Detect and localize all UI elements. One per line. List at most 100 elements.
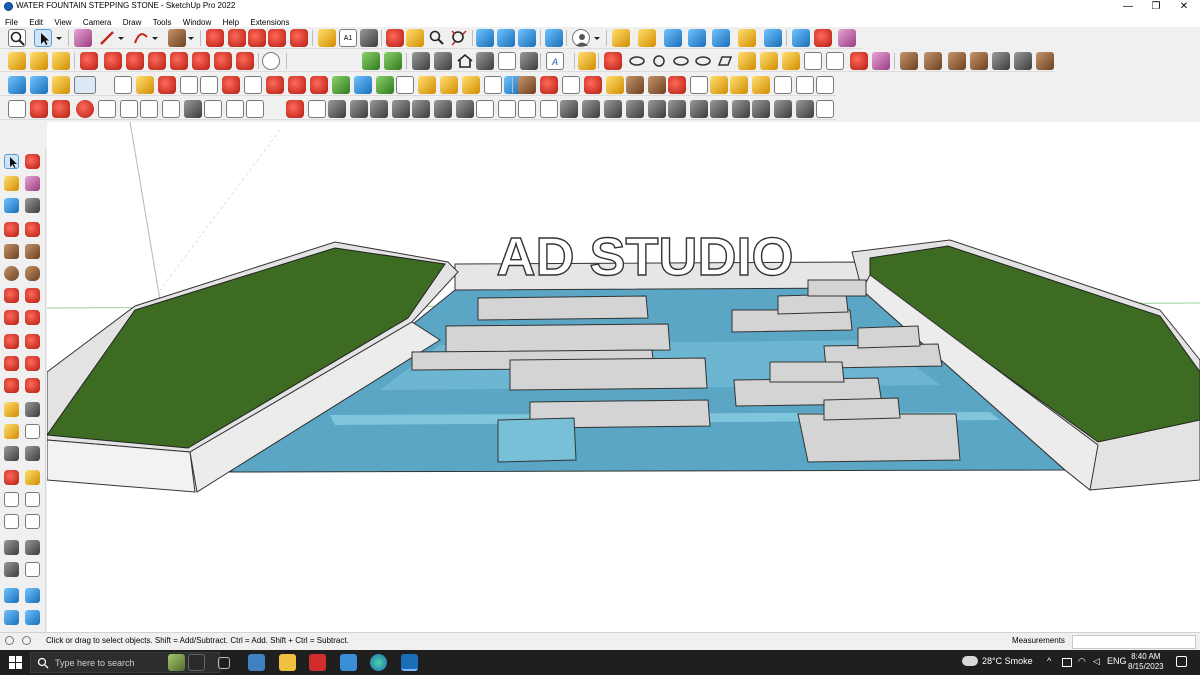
ruby-icon[interactable] <box>76 100 94 118</box>
text-tool-icon[interactable]: A1 <box>339 29 357 47</box>
home-icon[interactable] <box>456 52 474 70</box>
edge-icon[interactable] <box>370 654 387 671</box>
tool-4-1-icon[interactable] <box>8 100 26 118</box>
tool-4-18-icon[interactable] <box>392 100 410 118</box>
tool-4-32-icon[interactable] <box>690 100 708 118</box>
scale-tool-icon[interactable] <box>290 29 308 47</box>
wifi-icon[interactable]: ◠ <box>1078 656 1086 667</box>
paint-bucket-icon[interactable] <box>360 29 378 47</box>
tool-3-6-icon[interactable] <box>114 76 132 94</box>
text-style-icon[interactable]: A <box>546 52 564 70</box>
tool-3-12-icon[interactable] <box>244 76 262 94</box>
three-point-arc-icon[interactable] <box>4 310 19 325</box>
freehand-icon[interactable] <box>25 222 40 237</box>
tool-3-13-icon[interactable] <box>266 76 284 94</box>
rectangle-icon[interactable] <box>4 244 19 259</box>
close-button[interactable]: ✕ <box>1169 0 1199 14</box>
tool-3-36-icon[interactable] <box>752 76 770 94</box>
terrain-2-icon[interactable] <box>384 52 402 70</box>
joint-push-pull-icon[interactable] <box>850 52 868 70</box>
account-icon[interactable] <box>572 29 590 47</box>
display-section-planes-icon[interactable] <box>497 29 515 47</box>
section-cut-icon[interactable] <box>4 610 19 625</box>
push-pull-icon[interactable] <box>228 29 246 47</box>
account-dropdown-icon[interactable] <box>592 29 602 47</box>
tool-3-35-icon[interactable] <box>730 76 748 94</box>
section-fill-2-icon[interactable] <box>25 610 40 625</box>
previous-view-icon[interactable] <box>25 514 40 529</box>
tool-3-18-icon[interactable] <box>376 76 394 94</box>
zoom-2-icon[interactable] <box>4 492 19 507</box>
pencil-line-icon[interactable] <box>98 29 116 47</box>
tool-4-11-icon[interactable] <box>226 100 244 118</box>
select-dropdown-icon[interactable] <box>54 29 64 47</box>
dimension-icon[interactable] <box>25 402 40 417</box>
tool-4-12-icon[interactable] <box>246 100 264 118</box>
arc-icon[interactable] <box>4 288 19 303</box>
widget-icon[interactable] <box>168 654 185 671</box>
scale-icon[interactable] <box>4 378 19 393</box>
tool-4-8-icon[interactable] <box>162 100 180 118</box>
protractor-icon[interactable] <box>4 424 19 439</box>
drape-icon[interactable] <box>712 29 730 47</box>
tool-3-28-icon[interactable] <box>584 76 602 94</box>
text-icon[interactable] <box>25 424 40 439</box>
tool-3-33-icon[interactable] <box>690 76 708 94</box>
tool-3-22-icon[interactable] <box>462 76 480 94</box>
tool-4-36-icon[interactable] <box>774 100 792 118</box>
circle-icon[interactable] <box>4 266 19 281</box>
tool-4-24-icon[interactable] <box>518 100 536 118</box>
language-indicator[interactable]: ENG <box>1107 656 1127 666</box>
eraser-icon[interactable] <box>74 29 92 47</box>
axes-icon[interactable] <box>4 446 19 461</box>
tape-measure-icon[interactable] <box>318 29 336 47</box>
profile-3-icon[interactable] <box>672 52 690 70</box>
tool-3-14-icon[interactable] <box>288 76 306 94</box>
tool-3-17-icon[interactable] <box>354 76 372 94</box>
group-icon[interactable] <box>52 52 70 70</box>
tool-4-21-icon[interactable] <box>456 100 474 118</box>
tool-4-16-icon[interactable] <box>350 100 368 118</box>
profile-1-icon[interactable] <box>628 52 646 70</box>
followme-icon[interactable] <box>25 356 40 371</box>
sandbox-from-scratch-icon[interactable] <box>638 29 656 47</box>
network-icon[interactable] <box>1062 658 1072 667</box>
profile-9-icon[interactable] <box>804 52 822 70</box>
material-1-icon[interactable] <box>900 52 918 70</box>
tool-3-7-icon[interactable] <box>136 76 154 94</box>
tool-3-19-icon[interactable] <box>396 76 414 94</box>
tool-4-7-icon[interactable] <box>140 100 158 118</box>
section-fill-icon[interactable] <box>545 29 563 47</box>
sketchup-taskbar-icon[interactable] <box>401 654 418 671</box>
material-2-icon[interactable] <box>924 52 942 70</box>
profile-2-icon[interactable] <box>650 52 668 70</box>
zoom-window-icon[interactable] <box>8 29 26 47</box>
tool-3-10-icon[interactable] <box>200 76 218 94</box>
paint-icon[interactable] <box>4 176 19 191</box>
tool-4-19-icon[interactable] <box>412 100 430 118</box>
tool-4-22-icon[interactable] <box>476 100 494 118</box>
tool-4-3-icon[interactable] <box>52 100 70 118</box>
style-builder-icon[interactable] <box>74 76 96 94</box>
solid-tools-extra-icon[interactable] <box>236 52 254 70</box>
tool-4-34-icon[interactable] <box>732 100 750 118</box>
tool-3-37-icon[interactable] <box>774 76 792 94</box>
sandbox-from-contours-icon[interactable] <box>612 29 630 47</box>
tool-3-1-icon[interactable] <box>8 76 26 94</box>
material-6-icon[interactable] <box>1014 52 1032 70</box>
photos-icon[interactable] <box>340 654 357 671</box>
tool-3-16-icon[interactable] <box>332 76 350 94</box>
tool-3-11-icon[interactable] <box>222 76 240 94</box>
tool-3-32-icon[interactable] <box>668 76 686 94</box>
rotate-icon[interactable] <box>4 356 19 371</box>
eraser-2-icon[interactable] <box>872 52 890 70</box>
extension-manager-icon[interactable] <box>434 52 452 70</box>
tool-3-34-icon[interactable] <box>710 76 728 94</box>
tape-icon[interactable] <box>4 402 19 417</box>
profile-6-icon[interactable] <box>738 52 756 70</box>
section-plane-icon[interactable] <box>476 29 494 47</box>
look-around-icon[interactable] <box>25 540 40 555</box>
tool-3-29-icon[interactable] <box>606 76 624 94</box>
stamp-icon[interactable] <box>688 29 706 47</box>
zoom-window-2-icon[interactable] <box>25 492 40 507</box>
